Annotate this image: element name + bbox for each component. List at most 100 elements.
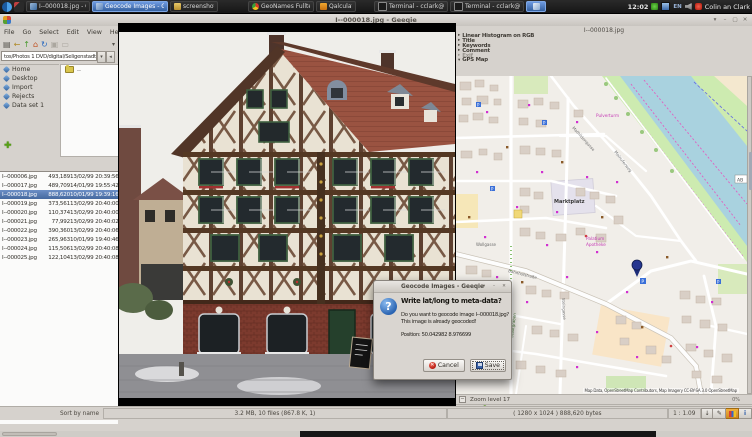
file-list: I--000006.jpg 493,189 13/02/99 20:39:56 … (0, 171, 118, 424)
file-row[interactable]: I--000024.jpg 115,506 13/02/99 20:40:08 (0, 244, 118, 253)
back-icon[interactable]: ← (14, 40, 21, 50)
file-row[interactable]: I--000020.jpg 110,374 13/02/99 20:40:00 (0, 208, 118, 217)
split-pane-icon[interactable]: ▭ (61, 40, 69, 50)
dialog-pin-button[interactable]: ▾ (480, 283, 488, 291)
menu-view[interactable]: View (83, 29, 106, 36)
path-dropdown-button[interactable]: ▾ (97, 51, 106, 63)
display-tray-icon[interactable] (661, 2, 670, 11)
menu-file[interactable]: File (0, 29, 19, 36)
clock[interactable]: 12:02 (628, 3, 649, 11)
task-screenshots[interactable]: screenshots (170, 1, 218, 12)
task-terminal-1[interactable]: Terminal - cclark@taltr... (374, 1, 448, 12)
dialog-line1: Do you want to geocode image I--000018.j… (401, 312, 509, 318)
desktop-pager-icon[interactable] (14, 2, 24, 12)
bookmark-icon (3, 75, 10, 82)
color-management-button[interactable] (726, 408, 739, 419)
file-row[interactable]: I--000006.jpg 493,189 13/02/99 20:39:56 (0, 172, 118, 181)
window-bottom-edge (0, 431, 752, 437)
map-label-wollgasse: Wollgasse (476, 242, 497, 247)
file-row[interactable]: I--000025.jpg 122,104 13/02/99 20:40:08 (0, 253, 118, 262)
dialog-close-button[interactable]: ✕ (500, 283, 508, 291)
add-shortcut-button[interactable]: ✚ (4, 141, 12, 151)
task-geocode-dialog[interactable]: Geocode Images - Gee... (92, 1, 168, 12)
window-pin-button[interactable]: ▾ (711, 16, 719, 24)
browser-icon (252, 3, 259, 10)
menu-go[interactable]: Go (19, 29, 36, 36)
folder-icon (174, 3, 181, 10)
pick-color-button[interactable]: ✎ (713, 408, 726, 419)
task-qalculate[interactable]: Qalculate! (316, 1, 356, 12)
bookmark-icon (3, 102, 10, 109)
shortcut-rejects[interactable]: Rejects (0, 92, 59, 101)
dialog-heading: Write lat/long to meta-data? (401, 297, 501, 305)
zoom-level-label: Zoom level 17 (470, 397, 510, 403)
bookmark-icon (3, 66, 10, 73)
file-row[interactable]: I--000017.jpg 489,709 14/01/99 19:55:42 (0, 181, 118, 190)
dialog-line2: This image is already geocoded! (401, 319, 476, 325)
file-row[interactable]: I--000019.jpg 373,561 13/02/99 20:40:00 (0, 199, 118, 208)
palette-icon (729, 411, 736, 417)
volume-tray-icon[interactable] (685, 3, 692, 10)
folder-list: .. (60, 64, 118, 157)
refresh-icon[interactable]: ↻ (41, 40, 48, 50)
section-gps-map[interactable]: ▾ GPS Map (456, 58, 752, 63)
map-label-ab: AB (737, 177, 743, 183)
file-browser-panel: File Go Select Edit View Help ▤ ← ↑ ⌂ ↻ … (0, 26, 118, 423)
shortcut-desktop[interactable]: Desktop (0, 74, 59, 83)
window-minimize-button[interactable]: – (721, 16, 729, 24)
save-icon (476, 362, 483, 369)
up-icon[interactable]: ↑ (23, 40, 30, 50)
dialog-minimize-button[interactable]: – (490, 283, 498, 291)
updates-tray-icon[interactable] (651, 3, 658, 10)
task-terminal-2[interactable]: Terminal - cclark@taltr... (450, 1, 524, 12)
path-detach-button[interactable]: ◂ (106, 51, 115, 63)
dialog-titlebar[interactable]: Geocode Images - Geeqie ▾ – ✕ (374, 281, 511, 293)
cancel-button[interactable]: ✕ Cancel (423, 359, 465, 372)
save-button[interactable]: Save (470, 359, 506, 372)
window-close-button[interactable]: ✕ (741, 16, 749, 24)
notification-tray-icon[interactable] (695, 3, 702, 10)
image-details-button[interactable]: i (739, 408, 752, 419)
map-zoom-bar: − Zoom level 17 0% (456, 394, 752, 405)
task-geeqie-main[interactable]: I--000018.jpg - Geeqie (26, 1, 90, 12)
collapse-icon[interactable]: − (459, 396, 466, 403)
map-label-apotheke-2: Apotheke (586, 242, 606, 247)
bookmark-icon (3, 93, 10, 100)
user-menu[interactable]: Colin an Clark (705, 3, 750, 11)
keyboard-layout[interactable]: EN (673, 4, 681, 10)
menu-select[interactable]: Select (35, 29, 62, 36)
file-row[interactable]: I--000023.jpg 265,963 10/01/99 19:40:46 (0, 235, 118, 244)
file-row[interactable]: I--000022.jpg 390,360 13/02/99 20:40:06 (0, 226, 118, 235)
thumbnails-toggle-icon[interactable]: ▤ (3, 40, 11, 50)
float-pane-icon[interactable]: ▣ (51, 40, 59, 50)
map-scrollbar-thumb[interactable] (749, 152, 752, 190)
shortcut-dataset1[interactable]: Data set 1 (0, 101, 59, 110)
bookmark-icon (3, 84, 10, 91)
file-row[interactable]: I--000021.jpg 77,992 13/02/99 20:40:02 (0, 217, 118, 226)
terminal-icon (378, 2, 387, 11)
map-label-pulverturm: Pulverturm (596, 113, 619, 118)
menu-edit[interactable]: Edit (63, 29, 83, 36)
home-icon[interactable]: ⌂ (33, 40, 38, 50)
first-image-button[interactable]: ↓ (701, 408, 714, 419)
image-info: ( 1280 x 1024 ) 888,620 bytes (447, 408, 668, 419)
files-info: 3.2 MB, 10 files (867.8 K, 1) (103, 408, 447, 419)
window-maximize-button[interactable]: ▢ (731, 16, 739, 24)
task-launcher-active[interactable] (526, 1, 546, 12)
folder-up-item[interactable]: .. (61, 65, 118, 74)
task-geonames[interactable]: GeoNames Fulltextsear... (248, 1, 314, 12)
shortcut-home[interactable]: Home (0, 65, 59, 74)
file-row-selected[interactable]: I--000018.jpg 888,620 10/01/99 19:39:16 (0, 190, 118, 199)
toolbar-overflow-icon[interactable]: ▾ (112, 40, 115, 50)
expander-open-icon: ▾ (458, 59, 460, 63)
geeqie-icon (96, 3, 103, 10)
geeqie-icon (30, 3, 37, 10)
question-icon: ? (380, 298, 397, 315)
sort-by-button[interactable]: Sort by name (60, 411, 99, 417)
toolbar: ▤ ← ↑ ⌂ ↻ ▣ ▭ ▾ (0, 39, 118, 51)
svg-text:P: P (641, 279, 644, 285)
map-scrollbar[interactable] (747, 76, 752, 394)
path-input[interactable]: tos/Photos 1 DVD/digital/Seligenstadt (1, 51, 97, 61)
applications-menu-icon[interactable] (2, 2, 12, 12)
shortcut-import[interactable]: Import (0, 83, 59, 92)
